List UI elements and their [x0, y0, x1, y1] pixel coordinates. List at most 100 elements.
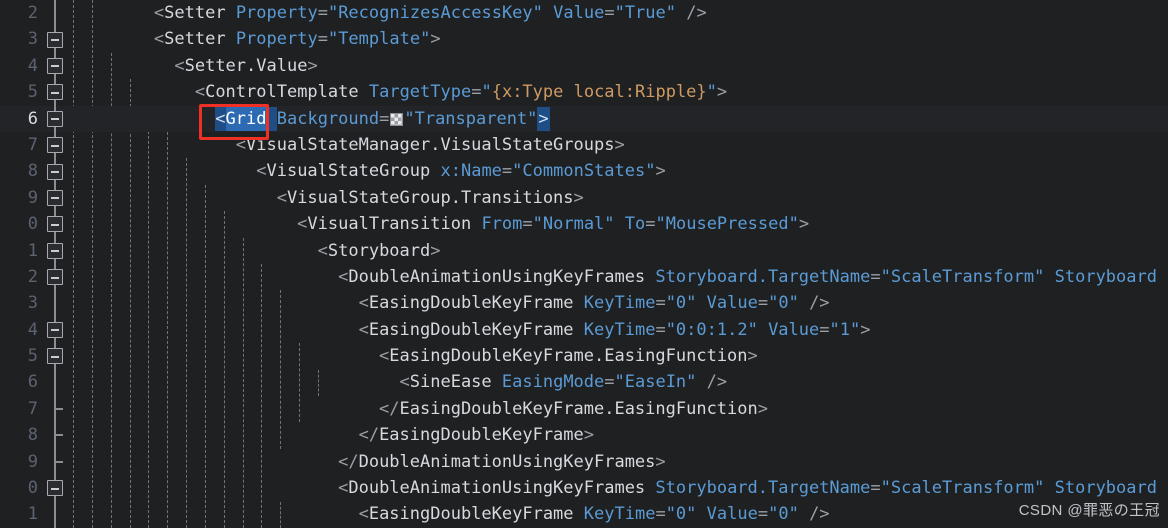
code-text[interactable]: <EasingDoubleKeyFrame KeyTime="0" Value=… [66, 290, 830, 316]
code-text[interactable]: <Setter Property="Template"> [66, 26, 441, 52]
code-line[interactable]: 7 <VisualStateManager.VisualStateGroups> [0, 131, 1168, 159]
fold-column[interactable] [44, 448, 66, 476]
fold-column[interactable] [44, 395, 66, 423]
code-line[interactable]: 0 <DoubleAnimationUsingKeyFrames Storybo… [0, 475, 1168, 502]
code-text[interactable]: <EasingDoubleKeyFrame KeyTime="0" Value=… [66, 501, 830, 527]
code-line[interactable]: 4 <Setter.Value> [0, 52, 1168, 80]
token: x:Name [440, 161, 502, 182]
fold-collapse-icon[interactable] [47, 31, 63, 48]
token: = [870, 266, 881, 287]
code-line[interactable]: 9 <VisualStateGroup.Transitions> [0, 184, 1168, 212]
fold-collapse-icon[interactable] [47, 189, 63, 206]
code-line[interactable]: 9 </DoubleAnimationUsingKeyFrames> [0, 448, 1168, 476]
fold-column[interactable] [44, 316, 66, 344]
token: Value [706, 293, 758, 314]
fold-column[interactable] [44, 0, 66, 27]
fold-collapse-icon[interactable] [47, 242, 63, 259]
code-text[interactable]: <EasingDoubleKeyFrame.EasingFunction> [66, 343, 758, 369]
code-text[interactable]: <SineEase EasingMode="EaseIn" /> [66, 369, 728, 395]
code-line[interactable]: 3 <EasingDoubleKeyFrame KeyTime="0" Valu… [0, 290, 1168, 317]
fold-column[interactable] [44, 184, 66, 212]
code-line[interactable]: 8 <VisualStateGroup x:Name="CommonStates… [0, 158, 1168, 185]
fold-collapse-icon[interactable] [47, 57, 63, 74]
code-line[interactable]: 5 <EasingDoubleKeyFrame.EasingFunction> [0, 343, 1168, 370]
token: ControlTemplate [205, 82, 359, 103]
fold-column[interactable] [44, 105, 66, 132]
code-text[interactable]: <VisualTransition From="Normal" To="Mous… [66, 211, 809, 237]
code-text[interactable]: <DoubleAnimationUsingKeyFrames Storyboar… [66, 264, 1157, 290]
token: VisualTransition [307, 214, 472, 235]
fold-collapse-icon[interactable] [47, 269, 63, 286]
code-text[interactable]: <ControlTemplate TargetType="{x:Type loc… [66, 79, 727, 105]
code-line[interactable]: 1 <Storyboard> [0, 237, 1168, 264]
fold-column[interactable] [44, 158, 66, 185]
fold-collapse-icon[interactable] [47, 137, 63, 154]
code-text[interactable]: <VisualStateGroup x:Name="CommonStates"> [66, 158, 665, 184]
code-line[interactable]: 4 <EasingDoubleKeyFrame KeyTime="0:0:1.2… [0, 316, 1168, 344]
token: /> [809, 504, 830, 525]
fold-column[interactable] [44, 52, 66, 80]
fold-collapse-icon[interactable] [47, 480, 63, 497]
code-line[interactable]: 8 </EasingDoubleKeyFrame> [0, 422, 1168, 449]
code-line[interactable]: 3 <Setter Property="Template"> [0, 26, 1168, 53]
token: KeyTime [583, 504, 656, 525]
line-number: 4 [27, 319, 38, 340]
code-line[interactable]: 2 <DoubleAnimationUsingKeyFrames Storybo… [0, 263, 1168, 291]
code-line[interactable]: 2 <Setter Property="RecognizesAccessKey"… [0, 0, 1168, 27]
line-number: 0 [27, 478, 38, 499]
fold-column[interactable] [44, 263, 66, 291]
code-text[interactable]: <Setter Property="RecognizesAccessKey" V… [66, 0, 707, 26]
fold-column[interactable] [44, 369, 66, 396]
color-swatch-icon[interactable] [390, 112, 404, 126]
code-text[interactable]: </EasingDoubleKeyFrame> [66, 422, 594, 448]
fold-column[interactable] [44, 501, 66, 528]
fold-collapse-icon[interactable] [47, 110, 63, 127]
fold-column[interactable] [44, 422, 66, 449]
code-text[interactable]: <VisualStateManager.VisualStateGroups> [66, 132, 625, 158]
fold-column[interactable] [44, 211, 66, 238]
fold-column[interactable] [44, 343, 66, 370]
fold-collapse-icon[interactable] [47, 84, 63, 101]
line-number: 1 [27, 240, 38, 261]
fold-end-tick [54, 434, 63, 437]
line-number: 3 [27, 293, 38, 314]
fold-collapse-icon[interactable] [47, 216, 63, 233]
code-line[interactable]: 5 <ControlTemplate TargetType="{x:Type l… [0, 79, 1168, 106]
fold-collapse-icon[interactable] [47, 348, 63, 365]
code-text[interactable]: <EasingDoubleKeyFrame KeyTime="0:0:1.2" … [66, 317, 871, 343]
fold-column[interactable] [44, 26, 66, 53]
fold-collapse-icon[interactable] [47, 321, 63, 338]
fold-collapse-icon[interactable] [47, 163, 63, 180]
fold-spine [54, 501, 56, 528]
token: DoubleAnimationUsingKeyFrames [348, 478, 646, 499]
code-editor[interactable]: 2 <Setter Property="RecognizesAccessKey"… [0, 0, 1168, 528]
token: Setter [164, 29, 226, 50]
token: To [624, 214, 646, 235]
fold-column[interactable] [44, 79, 66, 106]
code-text[interactable]: <Grid Background= "Transparent"> [66, 106, 550, 132]
code-text[interactable]: </EasingDoubleKeyFrame.EasingFunction> [66, 396, 768, 422]
code-text[interactable]: </DoubleAnimationUsingKeyFrames> [66, 449, 666, 475]
code-text[interactable]: <VisualStateGroup.Transitions> [66, 185, 584, 211]
code-line[interactable]: 6 <Grid Background= "Transparent"> [0, 105, 1168, 132]
code-text[interactable]: <Storyboard> [66, 238, 441, 264]
code-text[interactable]: <DoubleAnimationUsingKeyFrames Storyboar… [66, 475, 1157, 501]
token: VisualStateManager.VisualStateGroups [246, 134, 615, 155]
code-line[interactable]: 0 <VisualTransition From="Normal" To="Mo… [0, 211, 1168, 238]
fold-end-tick [54, 460, 63, 463]
code-text[interactable]: <Setter.Value> [66, 53, 317, 79]
fold-column[interactable] [44, 475, 66, 502]
fold-column[interactable] [44, 237, 66, 264]
code-line[interactable]: 7 </EasingDoubleKeyFrame.EasingFunction> [0, 395, 1168, 423]
token: DoubleAnimationUsingKeyFrames [348, 266, 646, 287]
fold-column[interactable] [44, 131, 66, 159]
code-line[interactable]: 6 <SineEase EasingMode="EaseIn" /> [0, 369, 1168, 396]
fold-column[interactable] [44, 290, 66, 317]
code-line[interactable]: 1 <EasingDoubleKeyFrame KeyTime="0" Valu… [0, 501, 1168, 528]
